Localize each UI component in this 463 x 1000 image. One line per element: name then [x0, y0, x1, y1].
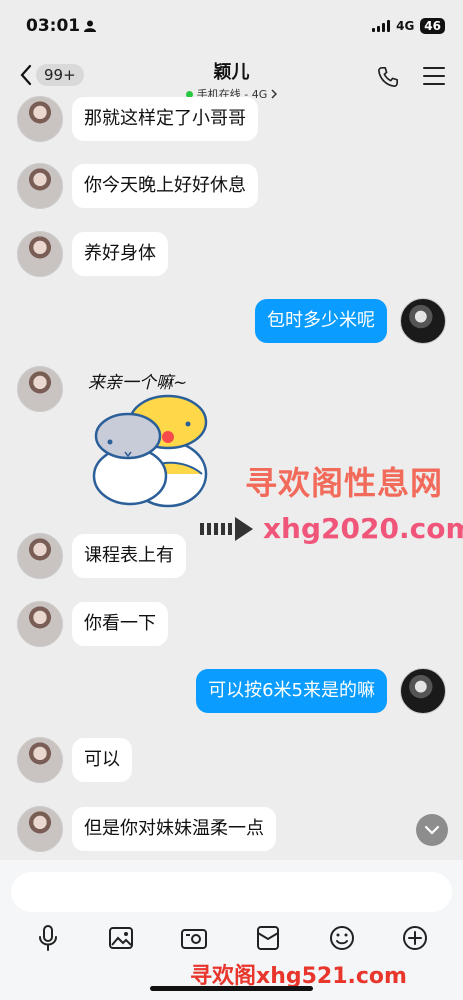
status-bar: 03:01 4G 46 [0, 0, 463, 52]
plus-icon [403, 926, 427, 950]
microphone-button[interactable] [32, 922, 64, 954]
watermark-url-row: xhg2020.com [200, 512, 463, 545]
message-bubble[interactable]: 养好身体 [72, 232, 168, 276]
status-time: 03:01 [26, 16, 81, 36]
message-bubble[interactable]: 可以按6米5来是的嘛 [196, 669, 387, 713]
menu-icon[interactable] [423, 66, 445, 86]
message-row: 可以按6米5来是的嘛 [196, 668, 446, 714]
composer-toolbar [0, 922, 463, 954]
contact-avatar[interactable] [17, 737, 63, 783]
camera-button[interactable] [178, 922, 210, 954]
message-row: 你今天晚上好好休息 [17, 163, 258, 209]
watermark-url: xhg2020.com [263, 512, 463, 545]
message-row: 那就这样定了小哥哥 [17, 96, 258, 142]
home-indicator [150, 986, 313, 991]
message-bubble[interactable]: 包时多少米呢 [255, 299, 387, 343]
message-row: 课程表上有 [17, 533, 186, 579]
emoji-button[interactable] [326, 922, 358, 954]
contact-avatar[interactable] [17, 806, 63, 852]
sticker-image[interactable]: 来亲一个嘛~ [80, 364, 220, 514]
emoji-icon [330, 926, 354, 950]
camera-icon [181, 929, 207, 949]
arrow-icon [200, 516, 253, 541]
contact-avatar[interactable] [17, 533, 63, 579]
image-button[interactable] [105, 922, 137, 954]
phone-icon[interactable] [377, 66, 399, 88]
contact-avatar[interactable] [17, 163, 63, 209]
message-row: 包时多少米呢 [255, 298, 446, 344]
red-packet-button[interactable] [252, 922, 284, 954]
microphone-icon [39, 925, 57, 951]
contact-avatar[interactable] [17, 231, 63, 277]
message-row: 但是你对妹妹温柔一点 [17, 806, 276, 852]
signal-icon [372, 20, 391, 32]
person-icon [84, 20, 97, 32]
hamster-sticker-icon [92, 394, 208, 508]
message-bubble[interactable]: 你看一下 [72, 602, 168, 646]
battery-icon: 46 [420, 18, 445, 34]
message-bubble[interactable]: 你今天晚上好好休息 [72, 164, 258, 208]
contact-avatar[interactable] [17, 366, 63, 412]
battery-level: 46 [424, 19, 441, 33]
scroll-to-bottom-button[interactable] [416, 814, 448, 846]
message-bubble[interactable]: 那就这样定了小哥哥 [72, 97, 258, 141]
message-row: 你看一下 [17, 601, 168, 647]
red-packet-icon [257, 926, 279, 950]
message-row: 可以 [17, 737, 132, 783]
my-avatar[interactable] [400, 298, 446, 344]
contact-avatar[interactable] [17, 96, 63, 142]
more-button[interactable] [399, 922, 431, 954]
message-row [17, 366, 63, 412]
network-label: 4G [396, 19, 415, 33]
chevron-down-icon [424, 825, 440, 835]
message-row: 养好身体 [17, 231, 168, 277]
message-bubble[interactable]: 但是你对妹妹温柔一点 [72, 807, 276, 851]
chevron-right-icon [271, 89, 278, 99]
image-icon [109, 927, 133, 949]
message-bubble[interactable]: 可以 [72, 738, 132, 782]
watermark-text: 寻欢阁性息网 [245, 464, 444, 502]
contact-avatar[interactable] [17, 601, 63, 647]
message-input[interactable] [11, 872, 452, 912]
my-avatar[interactable] [400, 668, 446, 714]
message-bubble[interactable]: 课程表上有 [72, 534, 186, 578]
